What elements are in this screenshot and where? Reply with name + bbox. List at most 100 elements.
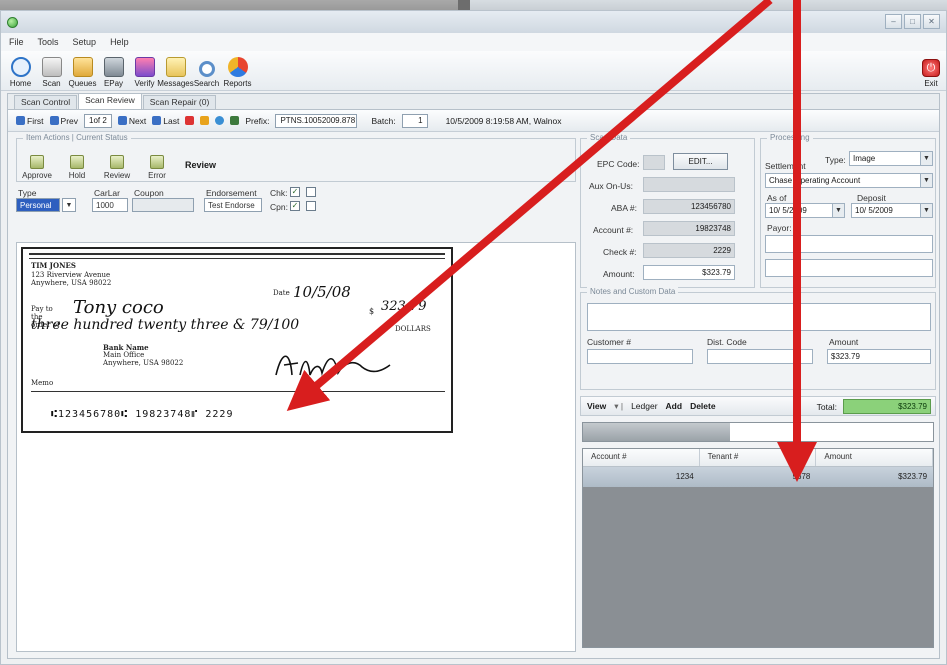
tab-scan-repair[interactable]: Scan Repair (0) [142, 95, 217, 109]
dist-code-label: Dist. Code [707, 337, 747, 347]
amount-label: Amount: [603, 269, 635, 279]
folder-icon[interactable] [200, 116, 210, 125]
home-button[interactable]: Home [5, 57, 36, 90]
cell-amount: $323.79 [898, 472, 928, 481]
next-button[interactable]: Next [117, 116, 146, 126]
dist-code-field[interactable] [707, 349, 813, 364]
account-field[interactable]: 19823748 [643, 221, 735, 236]
endorsement-field[interactable]: Test Endorse [204, 198, 262, 212]
check-number-field[interactable]: 2229 [643, 243, 735, 258]
deposit-date-picker[interactable]: 10/ 5/2009 ▼ [851, 203, 933, 218]
deposit-value: 10/ 5/2009 [855, 206, 893, 215]
batch-label: Batch: [371, 115, 396, 126]
epay-button[interactable]: EPay [98, 57, 129, 90]
main-content: Scan Control Scan Review Scan Repair (0)… [7, 93, 940, 659]
coupon-field[interactable] [132, 198, 194, 212]
verify-label: Verify [134, 79, 155, 88]
coupon-label: Coupon [134, 188, 164, 198]
table-row[interactable]: 1234 5678 $323.79 [583, 467, 933, 487]
column-tenant[interactable]: Tenant # [700, 449, 817, 466]
type-select[interactable]: Personal [16, 198, 60, 212]
tab-scan-review[interactable]: Scan Review [78, 93, 142, 109]
batch-field[interactable]: 1 [401, 113, 428, 128]
tab-scan-control[interactable]: Scan Control [14, 95, 78, 109]
messages-label: Messages [157, 79, 194, 88]
amount-field[interactable]: $323.79 [643, 265, 735, 280]
prefix-field[interactable]: PTNS.10052009.878 [275, 113, 358, 128]
scan-button[interactable]: Scan [36, 57, 67, 90]
error-icon [150, 155, 164, 169]
delete-button[interactable]: Delete [690, 401, 716, 411]
close-window-button[interactable]: ✕ [923, 14, 940, 29]
chevron-down-icon: ▼ [920, 152, 932, 165]
cell-account: 1234 [675, 472, 694, 481]
edit-button[interactable]: EDIT... [673, 153, 728, 170]
carlar-field[interactable]: 1000 [92, 198, 128, 212]
queues-button[interactable]: Queues [67, 57, 98, 90]
customer-field[interactable] [587, 349, 693, 364]
processing-type-select[interactable]: Image ▼ [849, 151, 933, 166]
column-account[interactable]: Account # [583, 449, 700, 466]
grid-header: Account # Tenant # Amount [583, 449, 934, 467]
item-actions-group: Item Actions | Current Status Approve Ho… [16, 133, 576, 182]
menu-file[interactable]: File [9, 37, 24, 47]
check-border [29, 253, 445, 259]
search-button[interactable]: Search [191, 61, 222, 90]
prev-button[interactable]: Prev [49, 116, 78, 126]
signature-image [275, 355, 391, 377]
column-amount[interactable]: Amount [816, 449, 934, 466]
cpn-checkbox-1[interactable]: ✓ [290, 201, 300, 211]
verify-button[interactable]: Verify [129, 57, 160, 90]
window-controls: – □ ✕ [885, 14, 940, 29]
chk-checkbox-2[interactable] [306, 187, 316, 197]
chevron-down-icon: ▼ [920, 174, 932, 187]
menu-tools[interactable]: Tools [38, 37, 59, 47]
payor-field-1[interactable] [765, 235, 933, 253]
next-icon [117, 116, 127, 125]
check-image-viewer[interactable]: TIM JONES 123 Riverview Avenue Anywhere,… [16, 242, 576, 652]
tools-icon[interactable] [230, 116, 240, 125]
exit-button[interactable]: ⏻ Exit [922, 59, 940, 88]
scan-label: Scan [42, 79, 61, 88]
epc-field[interactable] [643, 155, 665, 170]
maximize-button[interactable]: □ [904, 14, 921, 29]
check-image: TIM JONES 123 Riverview Avenue Anywhere,… [21, 247, 453, 433]
aba-field[interactable]: 123456780 [643, 199, 735, 214]
app-window: – □ ✕ File Tools Setup Help Home Scan Qu… [0, 10, 947, 665]
hold-button[interactable]: Hold [61, 155, 93, 180]
processing-type-value: Image [853, 154, 876, 163]
last-button[interactable]: Last [152, 116, 179, 126]
reports-label: Reports [223, 79, 252, 88]
power-icon: ⏻ [922, 59, 940, 77]
reports-button[interactable]: Reports [222, 57, 253, 90]
add-button[interactable]: Add [666, 401, 683, 411]
view-menu[interactable]: View [587, 401, 606, 411]
ledger-grid[interactable]: Account # Tenant # Amount 1234 5678 $323… [582, 448, 934, 648]
memo-label: Memo [31, 379, 54, 387]
review-button[interactable]: Review [101, 155, 133, 180]
payor-field-2[interactable] [765, 259, 933, 277]
first-label: First [27, 115, 44, 126]
asof-date-picker[interactable]: 10/ 5/2009 ▼ [765, 203, 845, 218]
error-button[interactable]: Error [141, 155, 173, 180]
refresh-icon[interactable] [215, 116, 225, 125]
signature-line [31, 391, 445, 392]
messages-button[interactable]: Messages [157, 57, 194, 90]
notes-amount-field[interactable]: $323.79 [827, 349, 931, 364]
menu-help[interactable]: Help [110, 37, 129, 47]
minimize-button[interactable]: – [885, 14, 902, 29]
total-field: $323.79 [843, 399, 931, 414]
delete-item-icon[interactable] [185, 116, 195, 125]
settlement-account-select[interactable]: Chase Operating Account ▼ [765, 173, 933, 188]
chk-checkbox-1[interactable]: ✓ [290, 187, 300, 197]
aux-field[interactable] [643, 177, 735, 192]
type-dropdown-arrow[interactable]: ▼ [62, 198, 76, 212]
main-toolbar: Home Scan Queues EPay Verify Messages Se… [1, 51, 946, 91]
menu-setup[interactable]: Setup [73, 37, 97, 47]
cpn-checkbox-2[interactable] [306, 201, 316, 211]
notes-field[interactable] [587, 303, 931, 331]
approve-button[interactable]: Approve [21, 155, 53, 180]
navigation-bar: First Prev 1of 2 Next Last Prefix: PTNS.… [8, 110, 939, 132]
first-button[interactable]: First [16, 116, 44, 126]
ledger-button[interactable]: Ledger [631, 401, 657, 411]
